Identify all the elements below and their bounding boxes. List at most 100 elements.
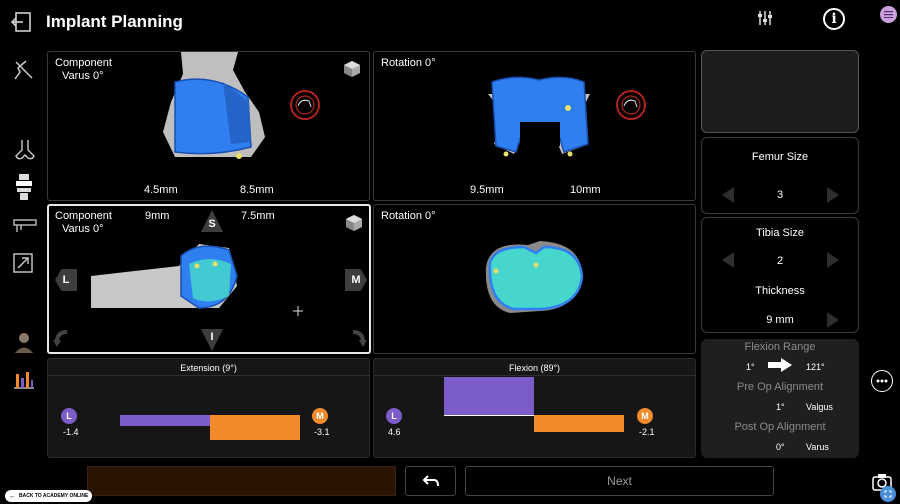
direction-lateral-button[interactable]: L xyxy=(55,269,77,291)
postop-alignment-type: Varus xyxy=(806,442,829,452)
sliders-icon xyxy=(758,11,772,25)
femur-size-increase-button[interactable] xyxy=(827,187,839,203)
menu-icon xyxy=(884,11,893,18)
femur-sagittal-render xyxy=(91,244,238,309)
medial-value: -3.1 xyxy=(314,427,330,437)
femur-outline-icon xyxy=(15,140,35,160)
expand-icon xyxy=(13,253,33,273)
view-femur-frontal[interactable]: Component Varus 0° 4.5mm 8.5mm xyxy=(47,51,370,201)
tool-measure-button[interactable] xyxy=(12,214,38,240)
tool-expand-button[interactable] xyxy=(12,252,38,278)
flexion-max-value: 121° xyxy=(806,362,825,372)
back-to-academy-label: BACK TO ACADEMY ONLINE xyxy=(19,493,89,499)
postop-alignment-label: Post Op Alignment xyxy=(734,421,826,433)
gap-chart-flexion: Flexion (89°) L 4.6 M -2.1 xyxy=(373,358,696,458)
alignment-info-panel: Flexion Range 1° 121° Pre Op Alignment 1… xyxy=(701,339,859,458)
back-exit-button[interactable] xyxy=(10,11,32,33)
view-femur-axial[interactable]: Rotation 0° 9.5mm 10mm xyxy=(373,51,696,201)
lateral-value: -1.4 xyxy=(63,427,79,437)
chart-title: Extension (9°) xyxy=(180,363,237,373)
tool-knee-button[interactable] xyxy=(12,174,38,200)
femur-frontal-render xyxy=(163,52,265,159)
settings-sliders-button[interactable] xyxy=(756,9,776,27)
caliper-icon xyxy=(13,219,37,232)
rotate-ccw-icon[interactable] xyxy=(53,330,71,348)
fullscreen-toggle-button[interactable] xyxy=(880,486,896,502)
view-label-rotation: Rotation 0° xyxy=(381,210,436,222)
info-icon: i xyxy=(831,11,837,27)
more-options-button[interactable] xyxy=(871,370,893,392)
rotation-ring-icon[interactable] xyxy=(289,89,321,121)
next-button[interactable]: Next xyxy=(465,466,774,496)
tool-cut-button[interactable] xyxy=(12,58,38,84)
move-crosshair-icon[interactable] xyxy=(293,306,303,316)
lateral-badge: L xyxy=(386,408,402,424)
view-femur-sagittal[interactable]: Component Varus 0° 9mm 7.5mm S I L M xyxy=(47,204,371,354)
medial-badge: M xyxy=(312,408,328,424)
measurement-right: 7.5mm xyxy=(241,210,275,222)
measurement-right: 10mm xyxy=(570,184,601,196)
direction-medial-button[interactable]: M xyxy=(345,269,367,291)
surgeon-icon xyxy=(15,333,33,353)
lateral-badge: L xyxy=(61,408,77,424)
direction-superior-button[interactable]: S xyxy=(201,210,223,232)
bone-cut-icon xyxy=(14,60,33,80)
medial-value: -2.1 xyxy=(639,427,655,437)
preop-alignment-type: Valgus xyxy=(806,402,833,412)
view-cube-icon[interactable] xyxy=(343,60,361,78)
info-button[interactable]: i xyxy=(823,8,845,30)
tibia-axial-render xyxy=(485,241,584,313)
tool-anatomy-button[interactable] xyxy=(12,138,38,164)
medial-gap-bar xyxy=(210,415,300,441)
measurement-left: 9.5mm xyxy=(470,184,504,196)
view-label-varus: Varus 0° xyxy=(62,223,104,235)
measurement-right: 8.5mm xyxy=(240,184,274,196)
rotate-cw-icon[interactable] xyxy=(349,330,367,348)
femur-axial-render xyxy=(488,76,590,157)
tibia-size-label: Tibia Size xyxy=(756,227,804,239)
view-label-component: Component xyxy=(55,57,112,69)
knee-implant-icon xyxy=(16,174,32,200)
undo-button[interactable] xyxy=(405,466,456,496)
more-dots-icon xyxy=(876,379,888,383)
back-to-academy-link[interactable]: ← BACK TO ACADEMY ONLINE xyxy=(5,490,92,502)
exit-icon xyxy=(10,12,31,32)
preop-alignment-value: 1° xyxy=(776,402,785,412)
page-title: Implant Planning xyxy=(46,12,183,31)
flexion-range-label: Flexion Range xyxy=(744,341,816,353)
view-label-rotation: Rotation 0° xyxy=(381,57,436,69)
measurement-left: 4.5mm xyxy=(144,184,178,196)
view-cube-icon[interactable] xyxy=(345,214,363,232)
postop-alignment-value: 0° xyxy=(776,442,785,452)
lateral-gap-bar xyxy=(444,377,534,415)
preop-alignment-label: Pre Op Alignment xyxy=(736,381,824,393)
arrow-right-icon xyxy=(768,358,792,372)
direction-inferior-button[interactable]: I xyxy=(201,329,223,351)
tool-user-button[interactable] xyxy=(12,330,38,356)
view-tibia-axial[interactable]: Rotation 0° xyxy=(373,204,696,354)
tibia-size-increase-button[interactable] xyxy=(827,252,839,268)
undo-arrow-icon xyxy=(422,475,439,487)
medial-badge: M xyxy=(637,408,653,424)
preview-panel xyxy=(701,50,859,133)
chart-title: Flexion (89°) xyxy=(508,363,561,373)
rotation-ring-icon[interactable] xyxy=(615,89,647,121)
femur-size-label: Femur Size xyxy=(751,151,809,163)
gap-chart-extension: Extension (9°) L -1.4 M -3.1 xyxy=(47,358,370,458)
thickness-increase-button[interactable] xyxy=(827,312,839,328)
progress-bar xyxy=(87,466,396,496)
measurement-left: 9mm xyxy=(145,210,170,222)
expand-arrows-icon xyxy=(884,490,892,498)
menu-button[interactable] xyxy=(880,6,897,23)
medial-gap-bar xyxy=(534,415,624,433)
lateral-value: 4.6 xyxy=(388,427,401,437)
flexion-min-value: 1° xyxy=(746,362,755,372)
thickness-label: Thickness xyxy=(755,285,805,297)
view-label-component: Component xyxy=(55,210,112,222)
tool-chart-button[interactable] xyxy=(12,368,38,394)
view-label-varus: Varus 0° xyxy=(62,70,104,82)
femur-size-panel: Femur Size 3 xyxy=(701,137,859,214)
bar-chart-icon xyxy=(14,372,34,389)
tibia-size-panel: Tibia Size 2 Thickness 9 mm xyxy=(701,217,859,333)
lateral-gap-bar xyxy=(120,415,210,427)
